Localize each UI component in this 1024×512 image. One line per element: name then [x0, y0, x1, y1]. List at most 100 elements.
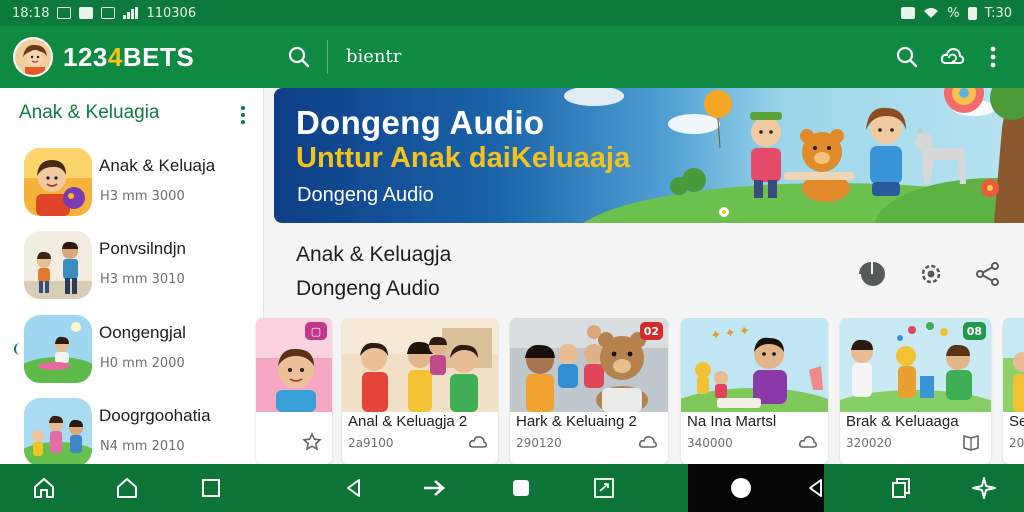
hero-banner[interactable]: Dongeng Audio Unttur Anak daiKeluaaja Do… [274, 88, 1024, 223]
more-menu-button[interactable] [977, 41, 1009, 73]
pie-icon [859, 262, 885, 286]
card-title: Na Ina Martsl [687, 413, 777, 430]
card-meta: 340000 [687, 436, 733, 450]
card-title: Brak & Keluaaga [846, 413, 959, 430]
card-meta: 320020 [846, 436, 892, 450]
section-title: Anak & Keluagja [296, 243, 452, 266]
search-button-right[interactable] [891, 41, 923, 73]
card-meta: 20 [1009, 436, 1024, 450]
status-time-right: T:30 [984, 5, 1012, 21]
status-extra: 110306 [146, 5, 197, 21]
app-bar: 1234BETS bientr [0, 26, 1024, 88]
search-button[interactable] [283, 41, 315, 73]
banner-tag: Dongeng Audio [297, 184, 434, 206]
sidebar-thumbnail [24, 231, 92, 299]
pip-button[interactable] [588, 472, 620, 504]
record-button[interactable] [725, 472, 757, 504]
shield-icon [79, 7, 94, 19]
settings-button[interactable] [915, 258, 947, 290]
banner-title: Dongeng Audio [296, 104, 545, 141]
share-icon [976, 262, 999, 286]
content-card[interactable]: ✦ ✦ ✦ Na Ina Martsl 340000 [681, 318, 828, 464]
card-meta: 290120 [516, 436, 562, 450]
sidebar-item-meta: H3 mm 3000 [100, 189, 185, 204]
stop-button[interactable] [505, 472, 537, 504]
banner-subtitle: Unttur Anak daiKeluaaja [296, 142, 631, 174]
search-input[interactable]: bientr [346, 46, 401, 67]
status-bar: 18:18 110306 % T:30 [0, 0, 1024, 26]
bottom-nav-bar [0, 464, 1024, 512]
square-button[interactable] [195, 472, 227, 504]
search-icon [288, 46, 310, 68]
card-thumbnail: ▢ [256, 318, 332, 412]
battery-percent: % [947, 5, 960, 21]
wifi-icon [924, 8, 939, 18]
sidebar-item-1[interactable]: Ponvsilndjn H3 mm 3010 [0, 231, 263, 313]
camera-icon [901, 7, 916, 19]
status-time-left: 18:18 [12, 5, 50, 21]
share-button[interactable] [972, 258, 1004, 290]
book-icon[interactable] [961, 432, 981, 452]
card-meta: 2a9100 [348, 436, 394, 450]
stop-icon [513, 480, 529, 496]
card-thumbnail [342, 318, 498, 412]
content-card[interactable]: 02 Hark & Keluaing 2 290120 [510, 318, 668, 464]
home-button[interactable] [28, 472, 60, 504]
notification-icon [57, 7, 72, 19]
card-badge: 08 [962, 322, 986, 340]
sync-button[interactable] [936, 41, 968, 73]
forward-button[interactable] [418, 472, 450, 504]
content-card[interactable]: ▢ [256, 318, 332, 464]
home-outline-button[interactable] [111, 472, 143, 504]
back-icon [347, 479, 360, 497]
back-triangle-icon [809, 479, 822, 497]
message-icon [101, 7, 116, 19]
sparkle-icon [972, 477, 996, 499]
app-screen: 18:18 110306 % T:30 1234BETS bientr Anak… [0, 0, 1024, 512]
assistant-button[interactable] [968, 472, 1000, 504]
more-vertical-icon [990, 46, 996, 68]
card-title: Anal & Keluagja 2 [348, 413, 468, 430]
sidebar-item-meta: H3 mm 3010 [100, 272, 185, 287]
card-badge: 02 [639, 322, 663, 340]
recent-apps-icon [892, 478, 910, 498]
signal-icon [123, 7, 139, 19]
sidebar-title: Anak & Keluagia [19, 102, 160, 123]
forward-icon [424, 480, 445, 496]
content-cards-row: ▢ Anal & Keluagja 2 2a9100 02 Hark & Kel… [0, 318, 1024, 464]
card-thumbnail [1003, 318, 1024, 412]
sidebar-more-button[interactable] [236, 104, 250, 126]
battery-icon [967, 6, 977, 20]
settings-icon [921, 264, 941, 284]
sidebar-thumbnail [24, 148, 92, 216]
square-icon [202, 479, 220, 497]
favorite-icon[interactable] [302, 432, 322, 452]
stats-button[interactable] [857, 258, 889, 290]
card-title: Se [1009, 413, 1024, 430]
cloud-icon[interactable] [468, 432, 488, 452]
back-triangle-button[interactable] [800, 472, 832, 504]
card-thumbnail: ✦ ✦ ✦ [681, 318, 828, 412]
content-card[interactable]: 08 Brak & Keluaaga 320020 [840, 318, 991, 464]
cloud-refresh-icon [940, 47, 965, 64]
card-thumbnail: 02 [510, 318, 668, 412]
sidebar-item-name: Ponvsilndjn [99, 239, 186, 258]
section-subtitle: Dongeng Audio [296, 277, 440, 300]
sidebar-item-name: Anak & Keluaja [99, 156, 216, 175]
card-title: Hark & Keluaing 2 [516, 413, 637, 430]
recent-apps-button[interactable] [885, 472, 917, 504]
app-bar-divider [327, 40, 328, 74]
content-card[interactable]: Anal & Keluagja 2 2a9100 [342, 318, 498, 464]
cloud-icon[interactable] [798, 432, 818, 452]
home-outline-icon [117, 478, 137, 498]
picture-in-picture-icon [594, 478, 614, 498]
back-button[interactable] [338, 472, 370, 504]
search-icon [896, 46, 918, 68]
content-card[interactable]: Se 20 [1003, 318, 1024, 464]
record-icon [731, 478, 751, 498]
cloud-icon[interactable] [638, 432, 658, 452]
sidebar-item-0[interactable]: Anak & Keluaja H3 mm 3000 [0, 148, 263, 230]
home-icon [34, 478, 54, 498]
logo-avatar [13, 37, 53, 77]
brand-logo[interactable]: 1234BETS [63, 42, 194, 73]
